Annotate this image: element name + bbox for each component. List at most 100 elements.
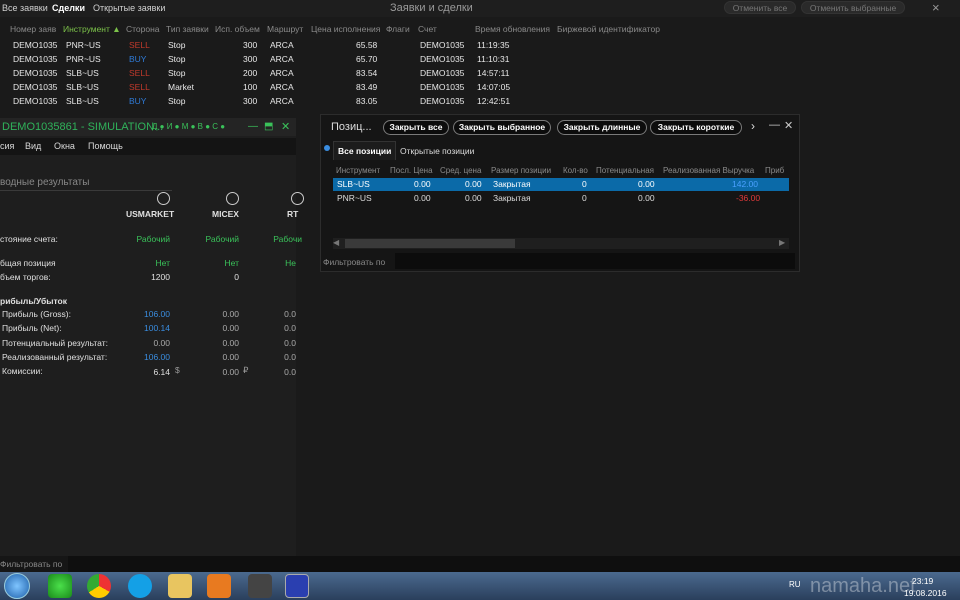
col-flags[interactable]: Флаги — [386, 24, 410, 34]
order-price: 65.70 — [356, 54, 378, 64]
col-order-num[interactable]: Номер заяв — [10, 24, 56, 34]
order-side: SELL — [129, 68, 150, 78]
scroll-left-icon[interactable]: ◀ — [333, 238, 339, 247]
order-account: DEMO1035 — [420, 82, 465, 92]
window-title: Заявки и сделки — [390, 2, 473, 14]
pcol-qty[interactable]: Кол-во — [563, 166, 588, 175]
utorrent-icon[interactable] — [48, 574, 72, 598]
cancel-all-button[interactable]: Отменить все — [724, 1, 796, 14]
pos-instrument: SLB~US — [337, 179, 370, 189]
col-instrument[interactable]: Инструмент ▲ — [63, 24, 121, 34]
order-volume: 100 — [243, 82, 258, 92]
order-time: 14:57:11 — [477, 68, 510, 78]
account-state-value: Рабочи — [273, 234, 302, 244]
table-row[interactable]: PNR~US 0.00 0.00 Закрытая 0 0.00 -36.00 — [333, 192, 789, 205]
close-selected-button[interactable]: Закрыть выбранное — [453, 120, 551, 135]
order-volume: 200 — [243, 68, 258, 78]
order-num: DEMO1035 — [13, 96, 58, 106]
col-side[interactable]: Сторона — [126, 24, 160, 34]
pl-value: 0.0 — [284, 338, 296, 348]
trade-volume-value: 1200 — [151, 272, 170, 282]
order-price: 65.58 — [356, 40, 378, 50]
order-time: 12:42:51 — [477, 96, 511, 106]
col-exec-volume[interactable]: Исп. объем — [215, 24, 260, 34]
close-long-button[interactable]: Закрыть длинные — [557, 120, 647, 135]
minimize-icon[interactable]: — — [248, 118, 258, 136]
minimize-icon[interactable]: — — [769, 119, 780, 131]
pcol-realized[interactable]: Реализованная Выручка — [663, 166, 754, 175]
col-exchange-id[interactable]: Биржевой идентификатор — [557, 24, 660, 34]
menu-windows[interactable]: Окна — [54, 141, 75, 151]
order-num: DEMO1035 — [13, 68, 58, 78]
menu-help[interactable]: Помощь — [88, 141, 123, 151]
orders-filter-input[interactable] — [68, 556, 960, 572]
pcol-profit[interactable]: Приб — [765, 166, 784, 175]
order-price: 83.05 — [356, 96, 378, 106]
total-position-value: Нет — [224, 258, 239, 268]
positions-title: Позиц... — [331, 121, 372, 133]
windows-taskbar: RU namaha.net 23:19 19.08.2016 — [0, 572, 960, 600]
order-type: Stop — [168, 40, 186, 50]
folder-icon[interactable] — [168, 574, 192, 598]
tab-open-orders[interactable]: Открытые заявки — [93, 3, 165, 13]
order-side: SELL — [129, 82, 150, 92]
video-player-icon[interactable] — [248, 574, 272, 598]
media-player-icon[interactable] — [207, 574, 231, 598]
clock-date[interactable]: 19.08.2016 — [904, 588, 947, 598]
menu-view[interactable]: Вид — [25, 141, 41, 151]
tab-open-positions[interactable]: Открытые позиции — [400, 146, 474, 156]
order-side: BUY — [129, 54, 147, 64]
skype-icon[interactable] — [128, 574, 152, 598]
pcol-instrument[interactable]: Инструмент — [336, 166, 380, 175]
currency-usd: $ — [175, 365, 180, 375]
col-account[interactable]: Счет — [418, 24, 437, 34]
pos-last-price: 0.00 — [414, 179, 431, 189]
col-update-time[interactable]: Время обновления — [475, 24, 550, 34]
monitor-title-bar[interactable]: DEMO1035861 - SIMULATION... Д ● И ● М ● … — [0, 118, 296, 136]
start-button[interactable] — [4, 573, 30, 599]
table-row[interactable]: SLB~US 0.00 0.00 Закрытая 0 0.00 142.00 — [333, 178, 789, 191]
col-exec-price[interactable]: Цена исполнения — [311, 24, 380, 34]
order-instrument: SLB~US — [66, 82, 99, 92]
clock-time[interactable]: 23:19 — [912, 576, 933, 586]
pos-qty: 0 — [582, 179, 587, 189]
radio-dot-icon — [324, 145, 330, 151]
clock-icon — [291, 192, 304, 205]
tab-trades[interactable]: Сделки — [52, 3, 85, 13]
close-short-button[interactable]: Закрыть короткие — [650, 120, 742, 135]
close-icon[interactable]: ✕ — [784, 119, 793, 132]
scroll-right-icon[interactable]: ▶ — [779, 238, 785, 247]
positions-filter-input[interactable] — [395, 253, 795, 269]
pcol-avg-price[interactable]: Сред. цена — [440, 166, 481, 175]
connection-indicators: Д ● И ● М ● В ● С ● — [152, 122, 226, 131]
pos-realized: -36.00 — [736, 193, 761, 203]
order-type: Stop — [168, 54, 186, 64]
tab-all-positions[interactable]: Все позиции — [333, 141, 397, 160]
trade-volume-label: бъем торгов: — [0, 272, 51, 282]
more-icon[interactable]: › — [751, 119, 755, 133]
language-indicator[interactable]: RU — [789, 580, 801, 589]
pcol-potential[interactable]: Потенциальная — [596, 166, 654, 175]
tab-all-orders[interactable]: Все заявки — [2, 3, 48, 13]
total-position-value: Нет — [155, 258, 170, 268]
col-route[interactable]: Маршрут — [267, 24, 303, 34]
trading-app-icon[interactable] — [285, 574, 309, 598]
pl-value: 0.00 — [222, 367, 239, 377]
close-all-button[interactable]: Закрыть все — [383, 120, 449, 135]
cancel-selected-button[interactable]: Отменить выбранные — [801, 1, 905, 14]
pcol-position-size[interactable]: Размер позиции — [491, 166, 551, 175]
order-account: DEMO1035 — [420, 68, 465, 78]
chrome-icon[interactable] — [87, 574, 111, 598]
order-route: ARCA — [270, 54, 294, 64]
col-order-type[interactable]: Тип заявки — [166, 24, 209, 34]
close-icon[interactable]: ✕ — [281, 118, 290, 136]
scrollbar-thumb[interactable] — [345, 239, 515, 248]
restore-icon[interactable]: ⬒ — [264, 118, 273, 136]
total-position-label: бщая позиция — [0, 258, 56, 268]
pcol-last-price[interactable]: Посл. Цена — [390, 166, 433, 175]
order-type: Stop — [168, 68, 186, 78]
horizontal-scrollbar[interactable]: ◀ ▶ — [333, 238, 789, 249]
close-icon[interactable]: × — [932, 0, 940, 15]
order-time: 11:10:31 — [477, 54, 510, 64]
menu-session[interactable]: сия — [0, 141, 14, 151]
